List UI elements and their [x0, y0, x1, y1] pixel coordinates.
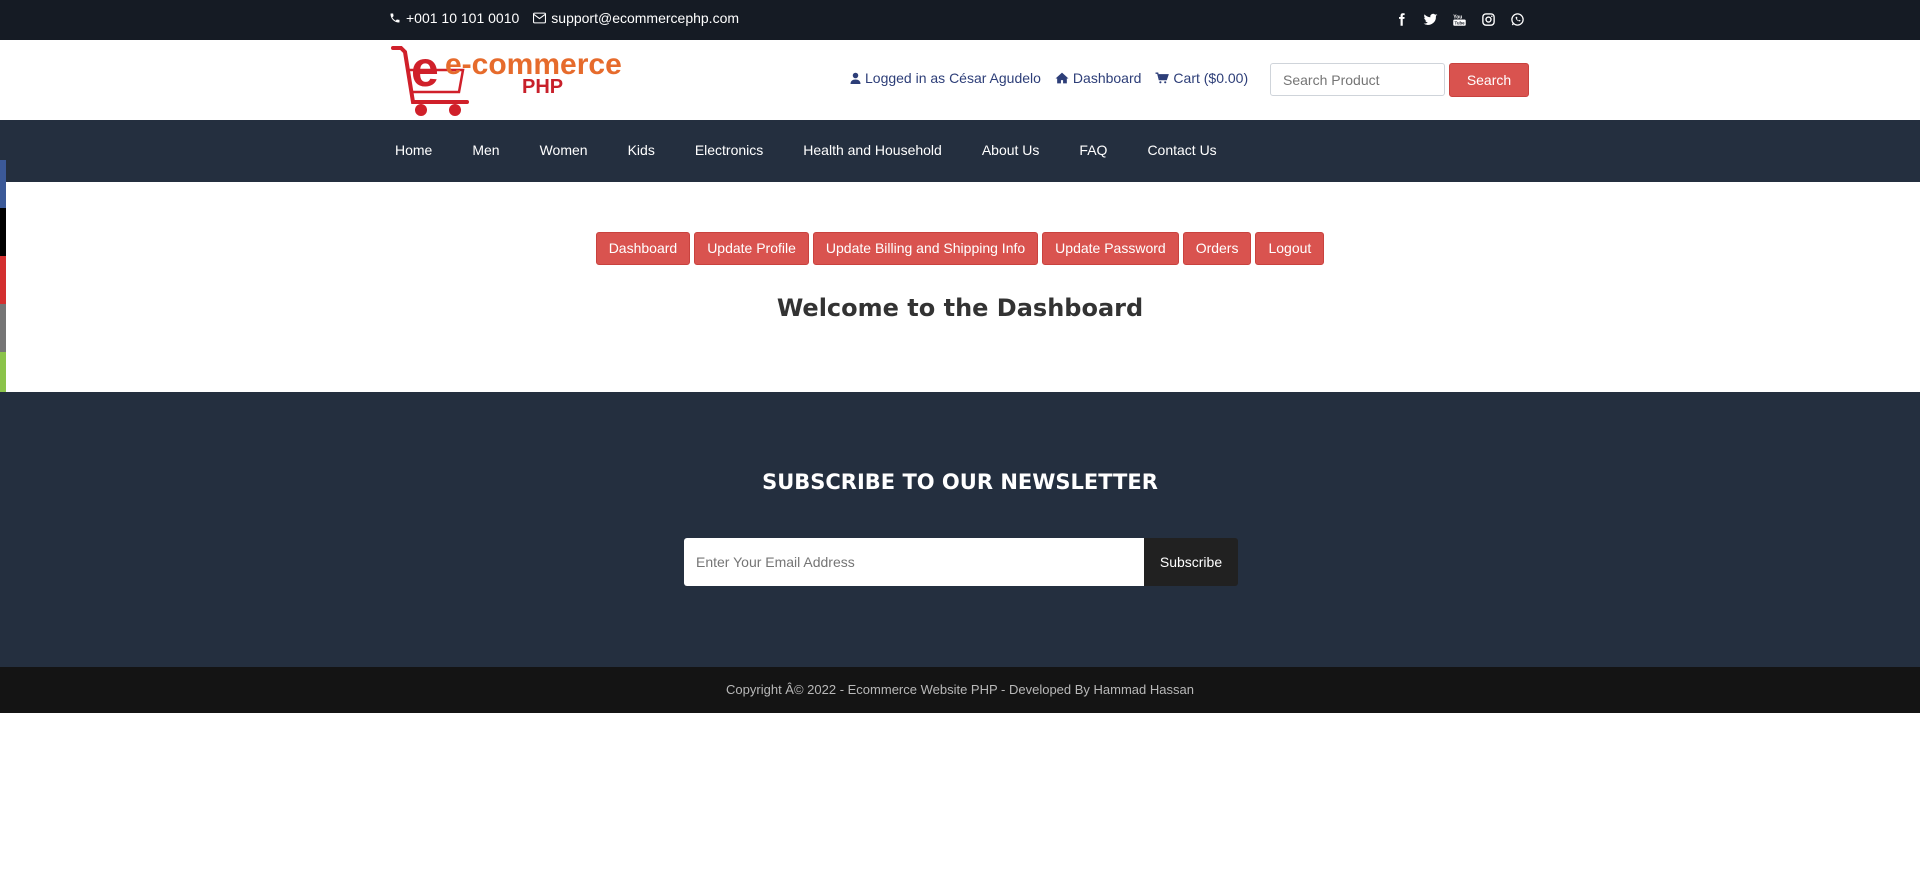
- nav-item-kids[interactable]: Kids: [628, 142, 655, 158]
- envelope-icon: [533, 12, 547, 24]
- svg-text:e: e: [411, 41, 439, 97]
- newsletter-section: SUBSCRIBE TO OUR NEWSLETTER Subscribe: [0, 392, 1920, 667]
- twitter-icon[interactable]: [1423, 12, 1438, 27]
- home-icon: [1055, 72, 1069, 84]
- search-button[interactable]: Search: [1449, 63, 1529, 97]
- phone-item: +001 10 101 0010: [389, 10, 519, 26]
- dashboard-link[interactable]: Dashboard: [1055, 70, 1142, 86]
- phone-number: +001 10 101 0010: [406, 10, 520, 26]
- subscribe-button[interactable]: Subscribe: [1144, 538, 1238, 586]
- newsletter-title: SUBSCRIBE TO OUR NEWSLETTER: [762, 470, 1158, 494]
- svg-text:You: You: [1453, 14, 1462, 20]
- dashboard-menu: Dashboard Update Profile Update Billing …: [0, 232, 1920, 265]
- share-facebook[interactable]: [0, 160, 6, 208]
- update-billing-shipping-button[interactable]: Update Billing and Shipping Info: [812, 232, 1039, 265]
- nav-item-home[interactable]: Home: [395, 142, 432, 158]
- logged-in-label: Logged in as César Agudelo: [865, 70, 1041, 86]
- side-share-strip: [0, 160, 6, 400]
- page: +001 10 101 0010 support@ecommercephp.co…: [0, 0, 1920, 893]
- site-header: e e-commerce PHP Logged in as César Agud…: [0, 40, 1920, 120]
- top-bar: +001 10 101 0010 support@ecommercephp.co…: [0, 0, 1920, 40]
- main-nav: Home Men Women Kids Electronics Health a…: [0, 120, 1920, 182]
- email-item: support@ecommercephp.com: [533, 10, 739, 26]
- email-address: support@ecommercephp.com: [551, 10, 740, 26]
- social-links: You Tube: [1394, 12, 1525, 27]
- user-icon: [850, 72, 861, 84]
- logout-button[interactable]: Logout: [1255, 232, 1325, 265]
- nav-item-women[interactable]: Women: [540, 142, 588, 158]
- instagram-icon[interactable]: [1481, 12, 1496, 27]
- cart-link[interactable]: Cart ($0.00): [1155, 70, 1248, 86]
- update-password-button[interactable]: Update Password: [1042, 232, 1179, 265]
- site-footer: Copyright Â© 2022 - Ecommerce Website PH…: [0, 667, 1920, 713]
- newsletter-email-input[interactable]: [684, 538, 1145, 586]
- orders-button[interactable]: Orders: [1182, 232, 1252, 265]
- nav-item-faq[interactable]: FAQ: [1079, 142, 1107, 158]
- youtube-icon[interactable]: You Tube: [1452, 12, 1467, 27]
- dashboard-button[interactable]: Dashboard: [595, 232, 691, 265]
- update-profile-button[interactable]: Update Profile: [694, 232, 809, 265]
- page-title: Welcome to the Dashboard: [776, 294, 1144, 322]
- site-logo[interactable]: e e-commerce PHP: [389, 40, 645, 120]
- nav-item-electronics[interactable]: Electronics: [695, 142, 763, 158]
- nav-item-health-and-household[interactable]: Health and Household: [803, 142, 942, 158]
- svg-text:PHP: PHP: [522, 76, 563, 98]
- copyright-text: Copyright Â© 2022 - Ecommerce Website PH…: [726, 682, 1194, 697]
- logged-in-link[interactable]: Logged in as César Agudelo: [850, 70, 1041, 86]
- nav-item-about-us[interactable]: About Us: [982, 142, 1040, 158]
- nav-item-contact-us[interactable]: Contact Us: [1147, 142, 1216, 158]
- shopping-cart-icon: [1155, 72, 1170, 84]
- svg-text:Tube: Tube: [1455, 21, 1466, 26]
- phone-icon: [390, 13, 400, 23]
- nav-item-men[interactable]: Men: [472, 142, 499, 158]
- nav-list: Home Men Women Kids Electronics Health a…: [395, 142, 1257, 158]
- user-links: Logged in as César Agudelo Dashboard Car…: [850, 70, 1248, 86]
- dashboard-label: Dashboard: [1072, 70, 1142, 86]
- facebook-icon[interactable]: [1394, 12, 1409, 27]
- search-input[interactable]: [1270, 63, 1445, 96]
- whatsapp-icon[interactable]: [1510, 12, 1525, 27]
- cart-label: Cart ($0.00): [1173, 70, 1249, 86]
- contact-info: +001 10 101 0010 support@ecommercephp.co…: [389, 10, 739, 26]
